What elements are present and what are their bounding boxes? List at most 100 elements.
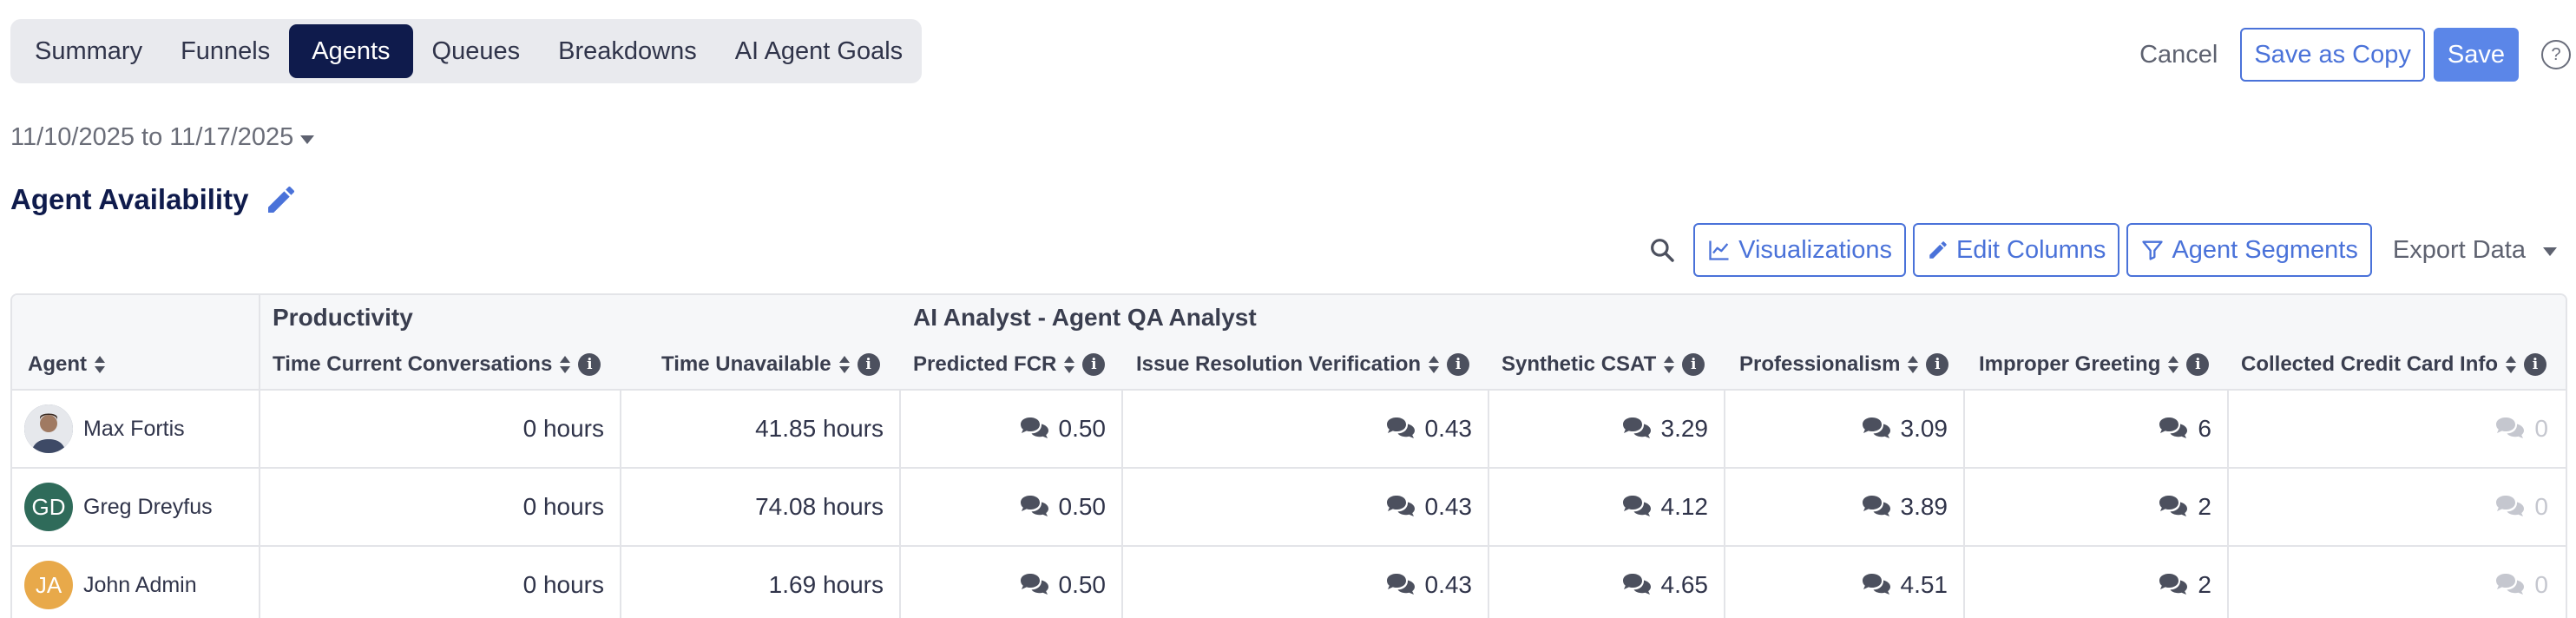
agent-cell[interactable]: Max Fortis <box>24 391 185 467</box>
filter-icon <box>2142 240 2164 260</box>
info-icon[interactable]: i <box>1682 353 1705 376</box>
date-range-picker[interactable]: 11/10/2025 to 11/17/2025 <box>10 123 315 152</box>
credit-card-cell[interactable]: 0 <box>2494 547 2548 618</box>
export-data-dropdown[interactable]: Export Data <box>2393 236 2557 265</box>
report-tabs: Summary Funnels Agents Queues Breakdowns… <box>10 19 922 83</box>
agent-segments-button[interactable]: Agent Segments <box>2126 223 2372 277</box>
time-unavailable-cell[interactable]: 74.08 hours <box>755 469 884 545</box>
header-predicted-fcr[interactable]: Predicted FCR i <box>913 347 1106 382</box>
header-agent[interactable]: Agent <box>28 347 106 382</box>
sort-icon[interactable] <box>1063 355 1075 374</box>
header-time-current-label: Time Current Conversations <box>273 352 553 376</box>
sort-icon[interactable] <box>1428 355 1440 374</box>
cell-value: 2 <box>2198 571 2211 598</box>
time-unavailable-cell[interactable]: 1.69 hours <box>769 547 884 618</box>
time-current-cell[interactable]: 0 hours <box>523 469 604 545</box>
credit-card-cell[interactable]: 0 <box>2494 469 2548 545</box>
time-current-cell[interactable]: 0 hours <box>523 547 604 618</box>
info-icon[interactable]: i <box>1082 353 1106 376</box>
chat-bubbles-icon <box>1621 495 1653 519</box>
info-icon[interactable]: i <box>1447 353 1470 376</box>
sort-icon[interactable] <box>2167 355 2179 374</box>
issue-resolution-cell[interactable]: 0.43 <box>1385 547 1472 618</box>
info-icon[interactable]: i <box>578 353 601 376</box>
synthetic-csat-cell[interactable]: 3.29 <box>1621 391 1708 467</box>
pencil-icon[interactable] <box>264 182 299 217</box>
cancel-button[interactable]: Cancel <box>2139 41 2218 69</box>
help-icon[interactable]: ? <box>2541 40 2571 69</box>
cell-value: 3.09 <box>1900 415 1948 442</box>
tab-queues[interactable]: Queues <box>413 24 540 78</box>
cell-value: 4.12 <box>1660 493 1709 520</box>
agent-name[interactable]: John Admin <box>83 573 197 598</box>
issue-resolution-cell[interactable]: 0.43 <box>1385 391 1473 467</box>
professionalism-cell[interactable]: 3.09 <box>1861 391 1948 467</box>
cell-value: 4.51 <box>1900 571 1948 598</box>
sort-icon[interactable] <box>94 355 106 374</box>
tab-breakdowns[interactable]: Breakdowns <box>539 24 716 78</box>
header-professionalism[interactable]: Professionalism i <box>1739 347 1949 382</box>
sort-icon[interactable] <box>1663 355 1675 374</box>
cell-value: 4.65 <box>1660 571 1709 598</box>
sort-icon[interactable] <box>1907 355 1919 374</box>
visualizations-label: Visualizations <box>1738 235 1892 264</box>
table-row[interactable]: Max Fortis 0 hours 41.85 hours 0.50 0.43 3.29… <box>12 391 2566 469</box>
edit-columns-button[interactable]: Edit Columns <box>1912 223 2120 277</box>
time-unavailable-cell[interactable]: 41.85 hours <box>755 391 884 467</box>
agent-cell[interactable]: GD Greg Dreyfus <box>24 469 213 545</box>
info-icon[interactable]: i <box>857 353 880 376</box>
header-issue-resolution[interactable]: Issue Resolution Verification i <box>1136 347 1470 382</box>
cell-value: 6 <box>2198 415 2211 442</box>
header-credit-card-label: Collected Credit Card Info <box>2241 352 2499 376</box>
tab-funnels[interactable]: Funnels <box>161 24 289 78</box>
header-time-current[interactable]: Time Current Conversations i <box>273 347 601 382</box>
agent-segments-label: Agent Segments <box>2172 235 2358 264</box>
search-icon[interactable] <box>1648 236 1676 264</box>
chat-bubbles-icon <box>2494 417 2526 441</box>
synthetic-csat-cell[interactable]: 4.12 <box>1621 469 1709 545</box>
agent-cell[interactable]: JA John Admin <box>24 547 197 618</box>
predicted-fcr-cell[interactable]: 0.50 <box>1019 391 1106 467</box>
save-as-copy-button[interactable]: Save as Copy <box>2240 28 2425 82</box>
header-credit-card[interactable]: Collected Credit Card Info i <box>2241 347 2547 382</box>
header-synthetic-csat[interactable]: Synthetic CSAT i <box>1502 347 1705 382</box>
synthetic-csat-cell[interactable]: 4.65 <box>1621 547 1709 618</box>
header-improper-greeting[interactable]: Improper Greeting i <box>1979 347 2210 382</box>
header-agent-label: Agent <box>28 352 87 376</box>
agent-name[interactable]: Max Fortis <box>83 417 185 442</box>
cell-value: 0 <box>2534 571 2548 598</box>
improper-greeting-cell[interactable]: 2 <box>2158 469 2211 545</box>
professionalism-cell[interactable]: 3.89 <box>1861 469 1948 545</box>
info-icon[interactable]: i <box>2186 353 2210 376</box>
save-button[interactable]: Save <box>2433 28 2519 82</box>
table-row[interactable]: GD Greg Dreyfus 0 hours 74.08 hours 0.50 0.43… <box>12 469 2566 547</box>
improper-greeting-cell[interactable]: 6 <box>2158 391 2211 467</box>
avatar: GD <box>24 483 73 531</box>
table-row[interactable]: JA John Admin 0 hours 1.69 hours 0.50 0.43 4.6… <box>12 547 2566 618</box>
time-current-cell[interactable]: 0 hours <box>523 391 604 467</box>
header-predicted-fcr-label: Predicted FCR <box>913 352 1057 376</box>
credit-card-cell[interactable]: 0 <box>2494 391 2548 467</box>
tab-ai-agent-goals[interactable]: AI Agent Goals <box>716 24 922 78</box>
predicted-fcr-cell[interactable]: 0.50 <box>1019 469 1106 545</box>
agent-availability-table: Productivity AI Analyst - Agent QA Analy… <box>10 293 2567 618</box>
header-time-unavailable[interactable]: Time Unavailable i <box>661 347 880 382</box>
improper-greeting-cell[interactable]: 2 <box>2158 547 2211 618</box>
sort-icon[interactable] <box>838 355 851 374</box>
chat-bubbles-icon <box>1861 573 1892 597</box>
sort-icon[interactable] <box>2505 355 2517 374</box>
cell-value: 41.85 hours <box>755 415 884 442</box>
sort-icon[interactable] <box>559 355 571 374</box>
header-synthetic-csat-label: Synthetic CSAT <box>1502 352 1657 376</box>
tab-agents[interactable]: Agents <box>289 24 413 78</box>
issue-resolution-cell[interactable]: 0.43 <box>1385 469 1472 545</box>
professionalism-cell[interactable]: 4.51 <box>1861 547 1948 618</box>
info-icon[interactable]: i <box>1926 353 1949 376</box>
visualizations-button[interactable]: Visualizations <box>1693 223 1906 277</box>
info-icon[interactable]: i <box>2524 353 2547 376</box>
agent-name[interactable]: Greg Dreyfus <box>83 495 213 520</box>
tab-summary[interactable]: Summary <box>16 24 161 78</box>
predicted-fcr-cell[interactable]: 0.50 <box>1019 547 1106 618</box>
chat-bubbles-icon <box>1861 495 1892 519</box>
cell-value: 0.43 <box>1424 415 1473 442</box>
